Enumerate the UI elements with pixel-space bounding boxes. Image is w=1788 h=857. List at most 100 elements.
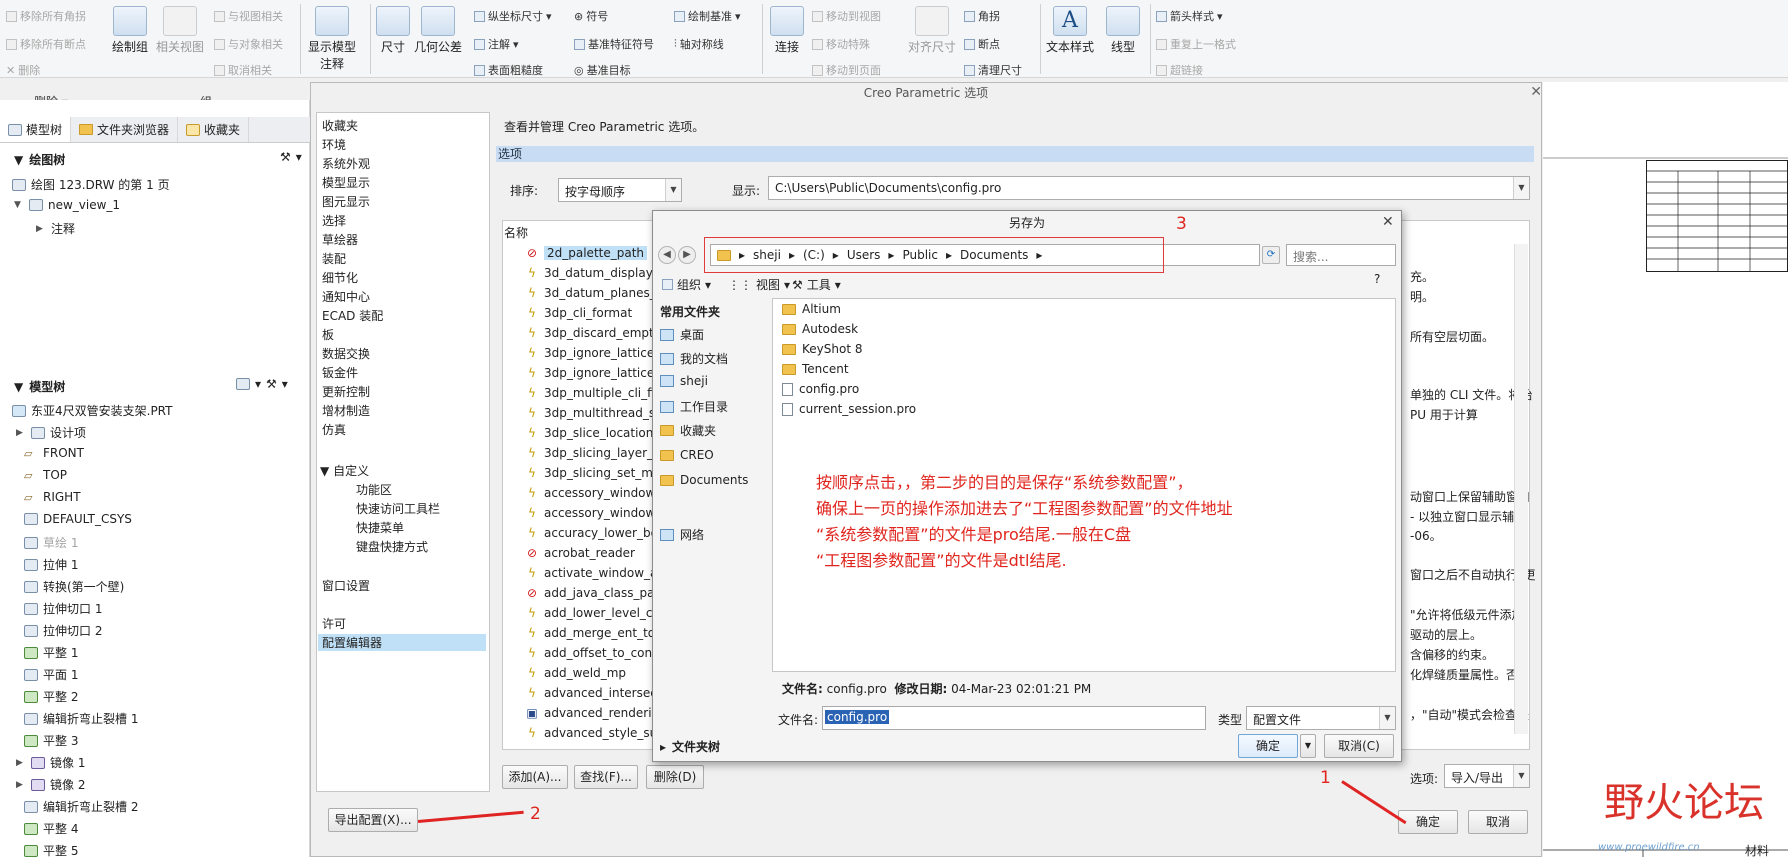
model-tree-item[interactable]: 平整 2 [24,688,78,705]
drawing-sheet-item[interactable]: 绘图 123.DRW 的第 1 页 [12,176,170,193]
back-icon[interactable]: ◀ [658,246,676,264]
category-item[interactable]: 草绘器 [322,231,358,248]
datum-feature-symbol-button[interactable]: 基准特征符号 [574,36,654,52]
folder-item[interactable]: KeyShot 8 [782,342,862,356]
model-tree-item[interactable]: 编辑折弯止裂槽 2 [24,798,138,815]
option-row[interactable]: ϟ 3d_datum_display [526,266,653,280]
move-to-view-button[interactable]: 移动到视图 [812,8,881,24]
model-tree-item[interactable]: 草绘 1 [24,534,78,551]
drawing-annotation-item[interactable]: ▶ 注释 [36,220,75,237]
category-item[interactable]: 环境 [322,136,346,153]
save-cancel-button[interactable]: 取消(C) [1324,734,1394,758]
cleanup-dim-button[interactable]: 清理尺寸 [964,62,1022,77]
find-button[interactable]: 查找(F)... [574,765,638,789]
category-item[interactable]: 增材制造 [322,402,370,419]
model-tree-item[interactable]: DEFAULT_CSYS [24,512,132,526]
chevron-right-icon[interactable]: ▶ [16,780,26,790]
category-item[interactable]: 收藏夹 [322,117,358,134]
drawing-group-button[interactable]: 绘制组 [112,6,148,55]
corner-button[interactable]: 角拐 [964,8,1000,24]
tree-settings-button[interactable]: ⚒ ▾ [280,150,302,164]
option-row[interactable]: ϟ 3dp_multithread_s [526,406,655,420]
category-item[interactable]: 细节化 [322,269,358,286]
category-item[interactable]: 装配 [322,250,346,267]
close-icon[interactable]: ✕ [1382,214,1394,230]
model-tree-header[interactable]: ▼ 模型树 [14,378,65,395]
model-tree-item[interactable]: 平整 5 [24,842,78,857]
text-style-button[interactable]: A 文本样式 [1046,6,1094,55]
category-item[interactable]: 更新控制 [322,383,370,400]
folder-item[interactable]: Tencent [782,362,849,376]
category-config-editor[interactable]: 配置编辑器 [318,634,486,651]
option-row[interactable]: ϟ 3dp_ignore_lattice [526,346,654,360]
options-scrollbar[interactable] [1514,244,1528,734]
category-item[interactable]: 模型显示 [322,174,370,191]
option-row[interactable]: ϟ add_offset_to_con [526,646,652,660]
search-input[interactable]: 搜索... [1286,244,1396,266]
draw-datum-button[interactable]: 绘制基准 ▾ [674,8,741,24]
repeat-format-button[interactable]: 重复上一格式 [1156,36,1236,52]
chevron-right-icon[interactable]: ▶ [16,428,26,438]
category-sub-item[interactable]: 键盘快捷方式 [356,538,428,555]
remove-all-breaks-button[interactable]: 移除所有断点 [6,36,86,52]
option-row[interactable]: ϟ 3d_datum_planes_ [526,286,656,300]
delete-option-button[interactable]: 删除(D) [646,765,704,789]
category-sub-item[interactable]: 快速访问工具栏 [356,500,440,517]
file-type-select[interactable]: 配置文件 ▼ [1246,706,1396,730]
forward-icon[interactable]: ▶ [678,246,696,264]
export-config-button[interactable]: 导出配置(X)... [328,808,418,832]
model-tree-item[interactable]: 拉伸切口 2 [24,622,102,639]
model-tree-item[interactable]: 转换(第一个壁) [24,578,124,595]
filename-input[interactable]: config.pro [822,706,1206,730]
model-tree-item[interactable]: ▱ TOP [24,468,67,482]
arrow-style-button[interactable]: 箭头样式 ▾ [1156,8,1223,24]
align-dim-button[interactable]: 对齐尺寸 [908,6,956,55]
category-item[interactable]: 数据交换 [322,345,370,362]
save-ok-button[interactable]: 确定 [1238,734,1298,758]
model-tree-item[interactable]: ▱ FRONT [24,446,84,460]
connect-button[interactable]: 连接 [770,6,804,55]
remove-all-corners-button[interactable]: 移除所有角拐 [6,8,86,24]
option-row[interactable]: ϟ 3dp_slice_location [526,426,653,440]
model-tree-item[interactable]: ▱ RIGHT [24,490,81,504]
refresh-icon[interactable]: ⟳ [1262,246,1280,264]
folder-item[interactable]: Altium [782,302,841,316]
category-sub-item[interactable]: 功能区 [356,481,392,498]
favorite-item[interactable]: CREO [660,448,714,462]
cancel-button[interactable]: 取消 [1468,810,1528,834]
network-item[interactable]: 网络 [660,526,704,543]
option-row[interactable]: ⊘ 2d_palette_path [526,246,648,260]
model-tree-item[interactable]: 编辑折弯止裂槽 1 [24,710,138,727]
option-row[interactable]: ϟ 3dp_slicing_set_m [526,466,653,480]
tab-favorites[interactable]: 收藏夹 [178,117,250,142]
option-row[interactable]: ϟ add_lower_level_c [526,606,653,620]
option-row[interactable]: ϟ 3dp_discard_empt [526,326,654,340]
related-view-button[interactable]: 相关视图 [156,6,204,55]
option-row[interactable]: ϟ accessory_window [526,486,655,500]
hyperlink-button[interactable]: 超链接 [1156,62,1203,77]
folder-tree-toggle[interactable]: ▸ 文件夹树 [660,738,720,755]
drawing-view-item[interactable]: ▼ new_view_1 [14,198,120,212]
sort-select[interactable]: 按字母顺序 ▼ [558,178,682,202]
model-root[interactable]: 东亚4尺双管安装支架.PRT [12,402,172,419]
category-item[interactable]: 仿真 [322,421,346,438]
chevron-down-icon[interactable]: ▼ [1300,734,1316,758]
category-item[interactable]: 钣金件 [322,364,358,381]
help-icon[interactable]: ? [1374,272,1380,286]
dimension-button[interactable]: 尺寸 [376,6,410,55]
favorite-item[interactable]: 我的文档 [660,350,728,367]
name-column-header[interactable]: 名称 [504,224,528,241]
model-tree-item[interactable]: 平整 1 [24,644,78,661]
category-license[interactable]: 许可 [322,615,346,632]
show-model-annotation-button[interactable]: 显示模型 注释 [308,6,356,72]
model-tree-settings[interactable]: ▾ ⚒ ▾ [236,377,288,391]
category-item[interactable]: 系统外观 [322,155,370,172]
close-icon[interactable]: ✕ [1530,84,1542,100]
with-object-related-button[interactable]: 与对象相关 [214,36,283,52]
geo-tol-button[interactable]: 几何公差 [414,6,462,55]
ok-button[interactable]: 确定 [1398,810,1458,834]
category-item[interactable]: 板 [322,326,334,343]
model-tree-item[interactable]: 平整 4 [24,820,78,837]
option-row[interactable]: ϟ accessory_window [526,506,655,520]
ordinate-dim-button[interactable]: 纵坐标尺寸 ▾ [474,8,552,24]
